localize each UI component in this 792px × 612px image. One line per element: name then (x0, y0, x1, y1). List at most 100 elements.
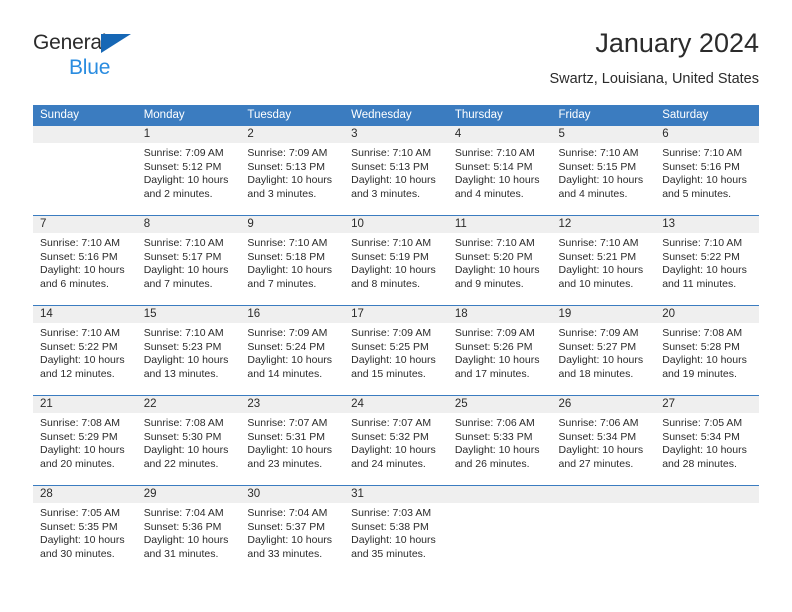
sunset-time: Sunset: 5:24 PM (247, 340, 326, 353)
daylight-duration-line1: Daylight: 10 hours (143, 174, 229, 187)
calendar-day-cell[interactable]: 4 Sunrise: 7:10 AM Sunset: 5:14 PM Daylight… (447, 125, 552, 216)
sunset-time: Sunset: 5:15 PM (558, 160, 637, 173)
day-number: 8 (136, 216, 241, 233)
calendar-day-cell-empty (447, 485, 552, 575)
page-subtitle-location: Swartz, Louisiana, United States (549, 71, 759, 87)
calendar-day-cell[interactable]: 7 Sunrise: 7:10 AM Sunset: 5:16 PM Daylight… (33, 215, 137, 306)
calendar-day-cell[interactable]: 29 Sunrise: 7:04 AM Sunset: 5:36 PM Dayligh… (136, 485, 241, 575)
daylight-duration-line2: and 14 minutes. (247, 367, 323, 380)
calendar-day-cell[interactable]: 27 Sunrise: 7:05 AM Sunset: 5:34 PM Dayligh… (655, 395, 759, 486)
day-number: 14 (33, 306, 137, 323)
calendar-day-cell[interactable]: 19 Sunrise: 7:09 AM Sunset: 5:27 PM Dayligh… (551, 305, 656, 396)
day-cell-inner: 15 Sunrise: 7:10 AM Sunset: 5:23 PM Dayligh… (136, 306, 241, 395)
daylight-duration-line1: Daylight: 10 hours (40, 354, 125, 367)
day-number: 16 (240, 306, 345, 323)
daylight-duration-line1: Daylight: 10 hours (143, 444, 229, 457)
calendar-day-cell[interactable]: 31 Sunrise: 7:03 AM Sunset: 5:38 PM Dayligh… (344, 485, 448, 575)
day-cell-inner: 28 Sunrise: 7:05 AM Sunset: 5:35 PM Dayligh… (33, 486, 137, 575)
calendar-day-cell[interactable]: 20 Sunrise: 7:08 AM Sunset: 5:28 PM Dayligh… (655, 305, 759, 396)
daylight-duration-line1: Daylight: 10 hours (247, 174, 333, 187)
daylight-duration-line1: Daylight: 10 hours (558, 444, 644, 457)
day-cell-inner (33, 126, 137, 215)
day-details: Sunrise: 7:08 AM Sunset: 5:29 PM Daylight:… (33, 413, 137, 471)
day-number: 10 (344, 216, 448, 233)
calendar-day-cell[interactable]: 11 Sunrise: 7:10 AM Sunset: 5:20 PM Dayligh… (447, 215, 552, 306)
calendar-day-cell[interactable]: 25 Sunrise: 7:06 AM Sunset: 5:33 PM Dayligh… (447, 395, 552, 486)
day-details: Sunrise: 7:08 AM Sunset: 5:28 PM Daylight:… (655, 323, 759, 381)
calendar-day-cell[interactable]: 17 Sunrise: 7:09 AM Sunset: 5:25 PM Dayligh… (344, 305, 448, 396)
calendar-day-cell[interactable]: 3 Sunrise: 7:10 AM Sunset: 5:13 PM Daylight… (344, 125, 448, 216)
daylight-duration-line2: and 19 minutes. (662, 367, 737, 380)
sunset-time: Sunset: 5:28 PM (662, 340, 740, 353)
day-details: Sunrise: 7:10 AM Sunset: 5:18 PM Daylight:… (240, 233, 344, 291)
calendar-day-cell[interactable]: 22 Sunrise: 7:08 AM Sunset: 5:30 PM Dayligh… (136, 395, 241, 486)
day-cell-inner: 22 Sunrise: 7:08 AM Sunset: 5:30 PM Dayligh… (136, 396, 241, 485)
calendar-day-cell[interactable]: 2 Sunrise: 7:09 AM Sunset: 5:13 PM Daylight… (240, 125, 345, 216)
day-number: 3 (344, 126, 448, 143)
day-cell-inner: 25 Sunrise: 7:06 AM Sunset: 5:33 PM Dayligh… (447, 396, 552, 485)
daylight-duration-line2: and 3 minutes. (247, 187, 317, 200)
logo-text-general: General (33, 31, 107, 54)
calendar-day-cell[interactable]: 13 Sunrise: 7:10 AM Sunset: 5:22 PM Dayligh… (655, 215, 759, 306)
calendar-day-cell[interactable]: 16 Sunrise: 7:09 AM Sunset: 5:24 PM Dayligh… (240, 305, 345, 396)
calendar-day-cell[interactable]: 12 Sunrise: 7:10 AM Sunset: 5:21 PM Dayligh… (551, 215, 656, 306)
day-cell-inner: 2 Sunrise: 7:09 AM Sunset: 5:13 PM Daylight… (240, 126, 345, 215)
daylight-duration-line2: and 7 minutes. (143, 277, 213, 290)
sunset-time: Sunset: 5:13 PM (247, 160, 326, 173)
calendar-day-cell[interactable]: 15 Sunrise: 7:10 AM Sunset: 5:23 PM Dayligh… (136, 305, 241, 396)
daylight-duration-line1: Daylight: 10 hours (351, 534, 436, 547)
calendar-day-cell[interactable]: 18 Sunrise: 7:09 AM Sunset: 5:26 PM Dayligh… (447, 305, 552, 396)
day-number: 28 (33, 486, 137, 503)
sunset-time: Sunset: 5:21 PM (558, 250, 637, 263)
daylight-duration-line1: Daylight: 10 hours (454, 444, 540, 457)
day-details: Sunrise: 7:09 AM Sunset: 5:13 PM Daylight:… (240, 143, 344, 201)
daylight-duration-line1: Daylight: 10 hours (40, 444, 125, 457)
sunset-time: Sunset: 5:19 PM (351, 250, 429, 263)
calendar-day-cell[interactable]: 9 Sunrise: 7:10 AM Sunset: 5:18 PM Daylight… (240, 215, 345, 306)
sunrise-time: Sunrise: 7:09 AM (454, 327, 535, 339)
daylight-duration-line2: and 31 minutes. (143, 547, 219, 560)
calendar-day-cell[interactable]: 14 Sunrise: 7:10 AM Sunset: 5:22 PM Dayligh… (33, 305, 137, 396)
sunrise-time: Sunrise: 7:08 AM (40, 417, 120, 429)
calendar-day-cell[interactable]: 1 Sunrise: 7:09 AM Sunset: 5:12 PM Daylight… (136, 125, 241, 216)
day-number: 19 (551, 306, 656, 323)
day-details: Sunrise: 7:04 AM Sunset: 5:37 PM Daylight:… (240, 503, 344, 561)
calendar-day-cell[interactable]: 8 Sunrise: 7:10 AM Sunset: 5:17 PM Daylight… (136, 215, 241, 306)
calendar-day-cell[interactable]: 10 Sunrise: 7:10 AM Sunset: 5:19 PM Dayligh… (344, 215, 448, 306)
daylight-duration-line1: Daylight: 10 hours (662, 444, 747, 457)
daylight-duration-line1: Daylight: 10 hours (558, 354, 644, 367)
logo-triangle-icon (101, 34, 131, 53)
day-details: Sunrise: 7:09 AM Sunset: 5:24 PM Daylight:… (240, 323, 344, 381)
day-cell-inner: 13 Sunrise: 7:10 AM Sunset: 5:22 PM Dayligh… (655, 216, 759, 305)
calendar-day-cell[interactable]: 21 Sunrise: 7:08 AM Sunset: 5:29 PM Dayligh… (33, 395, 137, 486)
sunrise-time: Sunrise: 7:09 AM (143, 147, 224, 159)
day-details: Sunrise: 7:10 AM Sunset: 5:16 PM Daylight:… (655, 143, 759, 201)
weekday-header-friday: Friday (551, 105, 656, 126)
calendar-body: 1 Sunrise: 7:09 AM Sunset: 5:12 PM Daylight… (33, 125, 759, 575)
general-blue-logo[interactable]: General Blue (33, 32, 163, 84)
sunset-time: Sunset: 5:14 PM (454, 160, 533, 173)
daylight-duration-line1: Daylight: 10 hours (247, 444, 333, 457)
daylight-duration-line1: Daylight: 10 hours (662, 174, 747, 187)
calendar-week-row: 1 Sunrise: 7:09 AM Sunset: 5:12 PM Daylight… (33, 125, 759, 216)
day-number: 25 (447, 396, 552, 413)
day-details: Sunrise: 7:05 AM Sunset: 5:34 PM Daylight:… (655, 413, 759, 471)
weekday-header-saturday: Saturday (655, 105, 759, 126)
sunrise-time: Sunrise: 7:05 AM (662, 417, 743, 429)
calendar-day-cell[interactable]: 26 Sunrise: 7:06 AM Sunset: 5:34 PM Dayligh… (551, 395, 656, 486)
weekday-header-sunday: Sunday (33, 105, 137, 126)
day-number: 24 (344, 396, 448, 413)
calendar-day-cell[interactable]: 5 Sunrise: 7:10 AM Sunset: 5:15 PM Daylight… (551, 125, 656, 216)
sunrise-time: Sunrise: 7:10 AM (454, 147, 535, 159)
calendar-day-cell[interactable]: 6 Sunrise: 7:10 AM Sunset: 5:16 PM Daylight… (655, 125, 759, 216)
calendar-week-row: 21 Sunrise: 7:08 AM Sunset: 5:29 PM Dayligh… (33, 395, 759, 486)
daylight-duration-line2: and 12 minutes. (40, 367, 115, 380)
calendar-day-cell[interactable]: 24 Sunrise: 7:07 AM Sunset: 5:32 PM Dayligh… (344, 395, 448, 486)
calendar-day-cell[interactable]: 30 Sunrise: 7:04 AM Sunset: 5:37 PM Dayligh… (240, 485, 345, 575)
day-details: Sunrise: 7:10 AM Sunset: 5:19 PM Daylight:… (344, 233, 448, 291)
day-cell-inner (551, 486, 656, 575)
calendar-day-cell[interactable]: 23 Sunrise: 7:07 AM Sunset: 5:31 PM Dayligh… (240, 395, 345, 486)
calendar-day-cell[interactable]: 28 Sunrise: 7:05 AM Sunset: 5:35 PM Dayligh… (33, 485, 137, 575)
day-cell-inner: 8 Sunrise: 7:10 AM Sunset: 5:17 PM Daylight… (136, 216, 241, 305)
day-details: Sunrise: 7:10 AM Sunset: 5:15 PM Daylight:… (552, 143, 656, 201)
